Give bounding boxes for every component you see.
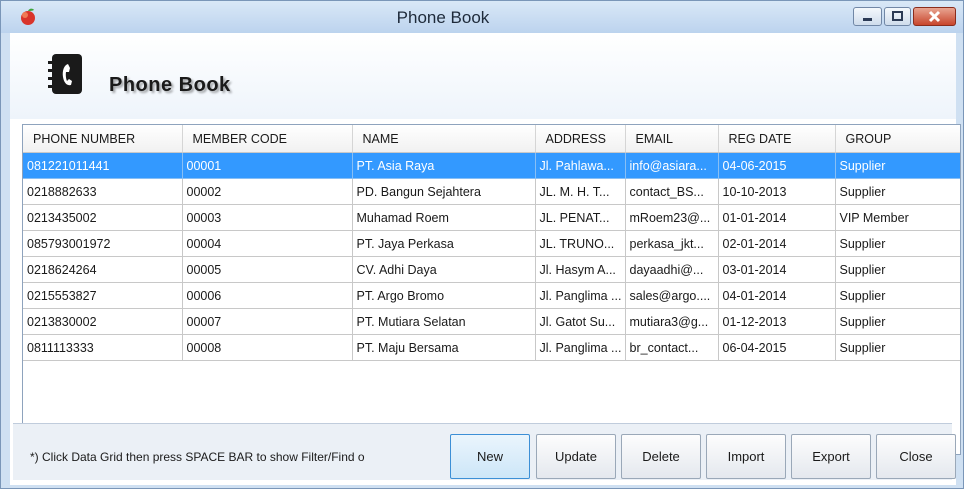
cell-address[interactable]: JL. PENAT...: [535, 204, 626, 231]
cell-address[interactable]: Jl. Hasym A...: [535, 256, 626, 283]
column-header-phone-number[interactable]: PHONE NUMBER: [23, 125, 183, 153]
cell-name[interactable]: PT. Mutiara Selatan: [352, 308, 536, 335]
table-row[interactable]: 0213830002 00007 PT. Mutiara Selatan Jl.…: [23, 308, 960, 335]
cell-name[interactable]: Muhamad Roem: [352, 204, 536, 231]
table-row[interactable]: 0811113333 00008 PT. Maju Bersama Jl. Pa…: [23, 334, 960, 361]
table-row[interactable]: 0215553827 00006 PT. Argo Bromo Jl. Pang…: [23, 282, 960, 309]
cell-address[interactable]: Jl. Panglima ...: [535, 334, 626, 361]
close-window-button[interactable]: [913, 7, 956, 26]
cell-email[interactable]: sales@argo....: [625, 282, 719, 309]
cell-email[interactable]: mutiara3@g...: [625, 308, 719, 335]
cell-member-code[interactable]: 00006: [182, 282, 353, 309]
cell-name[interactable]: PT. Maju Bersama: [352, 334, 536, 361]
cell-name[interactable]: CV. Adhi Daya: [352, 256, 536, 283]
cell-group[interactable]: Supplier: [835, 230, 960, 257]
maximize-button[interactable]: [884, 7, 911, 26]
minimize-icon: [863, 18, 872, 21]
cell-member-code[interactable]: 00008: [182, 334, 353, 361]
grid-header-row: PHONE NUMBER MEMBER CODE NAME ADDRESS EM…: [23, 125, 960, 153]
cell-address[interactable]: Jl. Gatot Su...: [535, 308, 626, 335]
cell-email[interactable]: info@asiara...: [625, 152, 719, 179]
cell-reg-date[interactable]: 04-01-2014: [718, 282, 836, 309]
logo-title: Phone Book: [109, 74, 231, 96]
header-banner: Phone Book: [10, 33, 956, 119]
column-header-reg-date[interactable]: REG DATE: [718, 125, 836, 153]
table-row-selected[interactable]: 081221011441 00001 PT. Asia Raya Jl. Pah…: [23, 152, 960, 179]
column-header-name[interactable]: NAME: [352, 125, 536, 153]
cell-phone-number[interactable]: 0215553827: [23, 282, 183, 309]
cell-group[interactable]: Supplier: [835, 256, 960, 283]
cell-email[interactable]: br_contact...: [625, 334, 719, 361]
table-row[interactable]: 0218624264 00005 CV. Adhi Daya Jl. Hasym…: [23, 256, 960, 283]
cell-member-code[interactable]: 00004: [182, 230, 353, 257]
title-bar[interactable]: Phone Book: [1, 1, 963, 33]
column-header-member-code[interactable]: MEMBER CODE: [182, 125, 353, 153]
export-button[interactable]: Export: [791, 434, 871, 479]
cell-member-code[interactable]: 00005: [182, 256, 353, 283]
cell-phone-number[interactable]: 0811113333: [23, 334, 183, 361]
cell-phone-number[interactable]: 081221011441: [23, 152, 183, 179]
cell-address[interactable]: Jl. Pahlawa...: [535, 152, 626, 179]
cell-reg-date[interactable]: 04-06-2015: [718, 152, 836, 179]
delete-button[interactable]: Delete: [621, 434, 701, 479]
cell-email[interactable]: mRoem23@...: [625, 204, 719, 231]
cell-reg-date[interactable]: 02-01-2014: [718, 230, 836, 257]
filter-hint-text: *) Click Data Grid then press SPACE BAR …: [30, 450, 365, 464]
cell-reg-date[interactable]: 01-12-2013: [718, 308, 836, 335]
minimize-button[interactable]: [853, 7, 882, 26]
phone-book-logo-icon: [48, 54, 82, 94]
close-icon: [928, 10, 941, 23]
cell-address[interactable]: Jl. Panglima ...: [535, 282, 626, 309]
window-title: Phone Book: [396, 8, 490, 27]
cell-phone-number[interactable]: 0218624264: [23, 256, 183, 283]
cell-email[interactable]: perkasa_jkt...: [625, 230, 719, 257]
cell-group[interactable]: VIP Member: [835, 204, 960, 231]
cell-reg-date[interactable]: 10-10-2013: [718, 178, 836, 205]
table-row[interactable]: 085793001972 00004 PT. Jaya Perkasa JL. …: [23, 230, 960, 257]
maximize-icon: [892, 11, 903, 21]
cell-phone-number[interactable]: 085793001972: [23, 230, 183, 257]
cell-name[interactable]: PT. Jaya Perkasa: [352, 230, 536, 257]
import-button[interactable]: Import: [706, 434, 786, 479]
phone-book-window: Phone Book Phone Book PHONE NUMBER MEMBE…: [0, 0, 964, 489]
cell-address[interactable]: JL. TRUNO...: [535, 230, 626, 257]
cell-phone-number[interactable]: 0213830002: [23, 308, 183, 335]
table-row[interactable]: 0213435002 00003 Muhamad Roem JL. PENAT.…: [23, 204, 960, 231]
cell-phone-number[interactable]: 0218882633: [23, 178, 183, 205]
cell-group[interactable]: Supplier: [835, 334, 960, 361]
client-area: Phone Book PHONE NUMBER MEMBER CODE NAME…: [10, 33, 961, 485]
close-button[interactable]: Close: [876, 434, 956, 479]
cell-member-code[interactable]: 00002: [182, 178, 353, 205]
column-header-email[interactable]: EMAIL: [625, 125, 719, 153]
new-button[interactable]: New: [450, 434, 530, 479]
contacts-data-grid[interactable]: PHONE NUMBER MEMBER CODE NAME ADDRESS EM…: [22, 124, 961, 455]
cell-member-code[interactable]: 00007: [182, 308, 353, 335]
cell-group[interactable]: Supplier: [835, 152, 960, 179]
update-button[interactable]: Update: [536, 434, 616, 479]
cell-address[interactable]: JL. M. H. T...: [535, 178, 626, 205]
cell-member-code[interactable]: 00001: [182, 152, 353, 179]
cell-reg-date[interactable]: 03-01-2014: [718, 256, 836, 283]
cell-reg-date[interactable]: 06-04-2015: [718, 334, 836, 361]
cell-reg-date[interactable]: 01-01-2014: [718, 204, 836, 231]
cell-group[interactable]: Supplier: [835, 282, 960, 309]
column-header-group[interactable]: GROUP: [835, 125, 960, 153]
column-header-address[interactable]: ADDRESS: [535, 125, 626, 153]
table-row[interactable]: 0218882633 00002 PD. Bangun Sejahtera JL…: [23, 178, 960, 205]
cell-group[interactable]: Supplier: [835, 178, 960, 205]
cell-email[interactable]: contact_BS...: [625, 178, 719, 205]
cell-name[interactable]: PT. Argo Bromo: [352, 282, 536, 309]
cell-name[interactable]: PD. Bangun Sejahtera: [352, 178, 536, 205]
cell-email[interactable]: dayaadhi@...: [625, 256, 719, 283]
contacts-table[interactable]: PHONE NUMBER MEMBER CODE NAME ADDRESS EM…: [23, 125, 960, 361]
cell-name[interactable]: PT. Asia Raya: [352, 152, 536, 179]
cell-member-code[interactable]: 00003: [182, 204, 353, 231]
cell-group[interactable]: Supplier: [835, 308, 960, 335]
cell-phone-number[interactable]: 0213435002: [23, 204, 183, 231]
